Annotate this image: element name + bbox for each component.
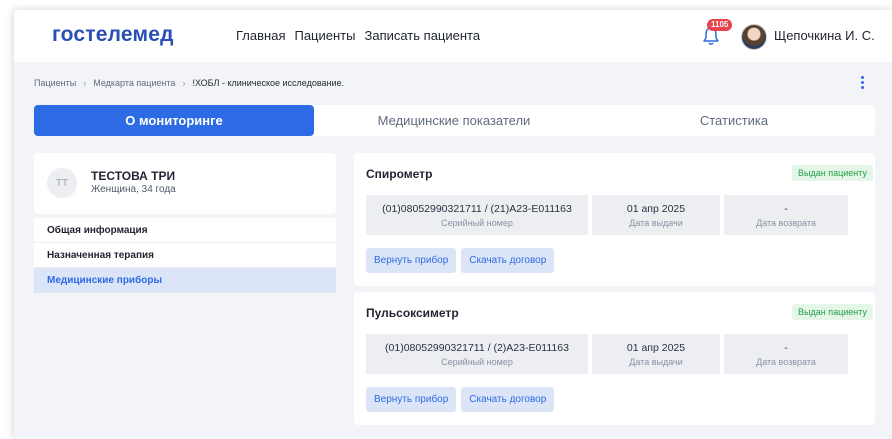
avatar[interactable] <box>741 24 767 50</box>
device-title: Пульсоксиметр <box>366 306 459 320</box>
nav-register-patient[interactable]: Записать пациента <box>364 28 480 43</box>
menu-item-general-info[interactable]: Общая информация <box>34 218 336 243</box>
tab-statistics[interactable]: Статистика <box>594 105 874 136</box>
issue-date: 01 апр 2025 <box>626 341 686 354</box>
issue-date: 01 апр 2025 <box>626 202 686 215</box>
patient-details: Женщина, 34 года <box>91 184 176 195</box>
device-card: Спирометр Выдан пациенту (01)08052990321… <box>354 153 875 286</box>
patient-card: ТТ ТЕСТОВА ТРИ Женщина, 34 года <box>34 153 336 214</box>
app-window: гостелемед Главная Пациенты Записать пац… <box>14 10 892 439</box>
return-device-button[interactable]: Вернуть прибор <box>366 248 457 273</box>
device-actions: Вернуть прибор Скачать договор <box>366 387 559 412</box>
notification-badge: 1105 <box>707 19 733 31</box>
chevron-right-icon: › <box>182 78 186 88</box>
return-date-cell: - Дата возврата <box>724 334 848 374</box>
serial-cell: (01)08052990321711 / (21)A23-E011163 Сер… <box>366 195 588 235</box>
more-options-icon[interactable] <box>861 76 865 90</box>
top-header: гостелемед Главная Пациенты Записать пац… <box>14 10 892 62</box>
breadcrumb-patients[interactable]: Пациенты <box>34 78 76 88</box>
return-date: - <box>784 341 788 354</box>
device-info-row: (01)08052990321711 / (21)A23-E011163 Сер… <box>366 195 852 235</box>
patient-initials-avatar: ТТ <box>47 168 77 198</box>
device-title: Спирометр <box>366 167 433 181</box>
return-date-label: Дата возврата <box>756 217 816 228</box>
tab-medical-indicators[interactable]: Медицинские показатели <box>314 105 594 136</box>
status-badge: Выдан пациенту <box>792 165 873 181</box>
status-badge: Выдан пациенту <box>792 304 873 320</box>
chevron-right-icon: › <box>83 78 87 88</box>
serial-cell: (01)08052990321711 / (2)A23-E011163 Сери… <box>366 334 588 374</box>
download-contract-button[interactable]: Скачать договор <box>461 387 555 412</box>
return-date-cell: - Дата возврата <box>724 195 848 235</box>
return-date-label: Дата возврата <box>756 356 816 367</box>
patient-name: ТЕСТОВА ТРИ <box>91 169 176 183</box>
nav-home[interactable]: Главная <box>236 28 285 43</box>
device-actions: Вернуть прибор Скачать договор <box>366 248 559 273</box>
serial-label: Серийный номер <box>441 356 513 367</box>
device-info-row: (01)08052990321711 / (2)A23-E011163 Сери… <box>366 334 852 374</box>
menu-item-therapy[interactable]: Назначенная терапия <box>34 243 336 268</box>
breadcrumb-medical-card[interactable]: Медкарта пациента <box>93 78 175 88</box>
menu-item-medical-devices[interactable]: Медицинские приборы <box>34 268 336 293</box>
main-nav: Главная Пациенты Записать пациента <box>236 28 489 43</box>
issue-date-label: Дата выдачи <box>629 217 683 228</box>
return-device-button[interactable]: Вернуть прибор <box>366 387 457 412</box>
breadcrumb: Пациенты › Медкарта пациента › !ХОБЛ - к… <box>34 78 344 88</box>
tab-bar: О мониторинге Медицинские показатели Ста… <box>34 105 875 136</box>
issue-date-cell: 01 апр 2025 Дата выдачи <box>592 195 720 235</box>
nav-patients[interactable]: Пациенты <box>294 28 355 43</box>
side-menu: Общая информация Назначенная терапия Мед… <box>34 218 336 293</box>
serial-label: Серийный номер <box>441 217 513 228</box>
return-date: - <box>784 202 788 215</box>
device-card: Пульсоксиметр Выдан пациенту (01)0805299… <box>354 292 875 425</box>
serial-number: (01)08052990321711 / (21)A23-E011163 <box>382 202 572 215</box>
user-name[interactable]: Щепочкина И. С. <box>774 28 875 43</box>
logo[interactable]: гостелемед <box>52 23 174 47</box>
download-contract-button[interactable]: Скачать договор <box>461 248 555 273</box>
issue-date-cell: 01 апр 2025 Дата выдачи <box>592 334 720 374</box>
serial-number: (01)08052990321711 / (2)A23-E011163 <box>385 341 569 354</box>
breadcrumb-current: !ХОБЛ - клиническое исследование. <box>192 78 345 88</box>
tab-monitoring[interactable]: О мониторинге <box>34 105 314 136</box>
issue-date-label: Дата выдачи <box>629 356 683 367</box>
